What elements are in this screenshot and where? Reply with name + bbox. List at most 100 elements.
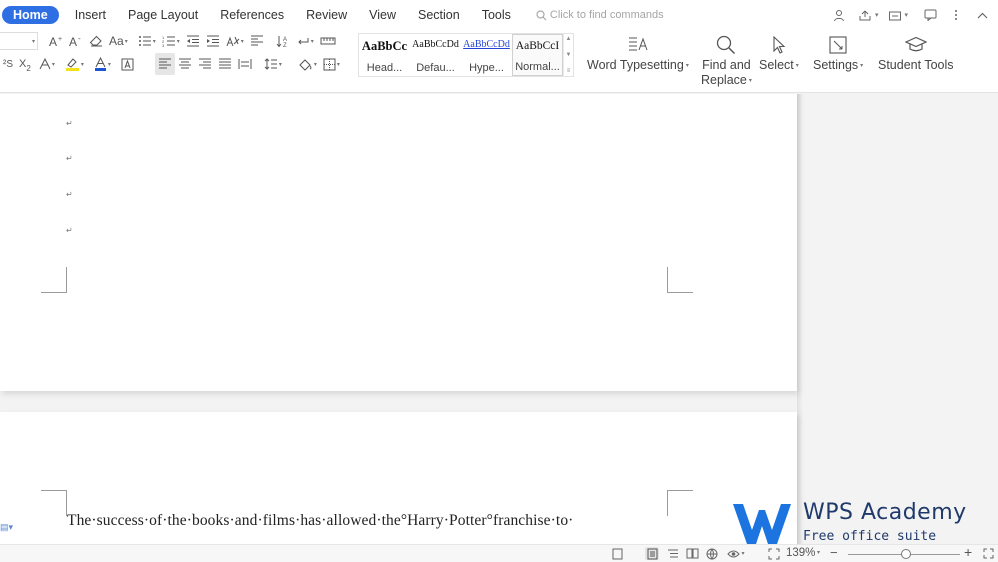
sort-icon[interactable]: AZ (273, 30, 293, 52)
student-tools-button[interactable]: Student Tools (878, 33, 954, 73)
style-heading[interactable]: AaBbCc Head... (359, 34, 410, 76)
select-button[interactable]: Select ▾ (759, 33, 799, 74)
collapse-ribbon-icon[interactable] (974, 7, 990, 23)
tab-home[interactable]: Home (2, 6, 59, 24)
zoom-in-icon[interactable]: + (964, 544, 972, 560)
paragraph-mark: ↵ (66, 119, 73, 128)
page-view-icon[interactable] (645, 547, 659, 560)
collaborate-icon[interactable] (832, 7, 848, 23)
ruler-icon[interactable] (317, 30, 339, 52)
document-area[interactable]: ↵ ↵ ↵ ↵ ▤▾ The·success·of·the·books·and·… (0, 94, 998, 544)
tab-review[interactable]: Review (295, 6, 358, 24)
highlight-icon[interactable]: ▾ (62, 53, 87, 75)
select-caret-icon: ▾ (795, 62, 799, 69)
find-replace-button[interactable]: Find and Replace ▾ (701, 33, 752, 89)
style-normal-sample: AaBbCcI (515, 40, 560, 52)
tab-page-layout[interactable]: Page Layout (117, 6, 209, 24)
bullets-caret-icon: ▾ (152, 38, 156, 45)
eye-protection-caret-icon: ▾ (741, 551, 745, 557)
zoom-out-icon[interactable]: − (830, 545, 838, 560)
page-setup-icon[interactable] (610, 547, 624, 560)
increase-indent-icon[interactable] (203, 30, 223, 52)
distribute-icon[interactable] (235, 53, 255, 75)
shrink-font-icon[interactable]: A- (66, 30, 86, 52)
justify-icon[interactable] (215, 53, 235, 75)
document-page-1[interactable]: ↵ ↵ ↵ ↵ (0, 94, 797, 391)
tab-references[interactable]: References (209, 6, 295, 24)
find-replace-label-1: Find and (702, 58, 751, 72)
style-default[interactable]: AaBbCcDd Defau... (410, 34, 461, 76)
margin-corner-bottom-left (41, 267, 67, 293)
decrease-indent-icon[interactable] (183, 30, 203, 52)
share-icon[interactable] (858, 7, 874, 23)
sync-icon[interactable] (887, 7, 903, 23)
word-typesetting-icon (628, 33, 648, 57)
svg-text:A: A (49, 35, 57, 47)
clear-format-icon[interactable] (86, 30, 106, 52)
settings-icon (828, 33, 848, 57)
gallery-up-icon[interactable]: ▲ (566, 36, 572, 42)
show-marks-caret-icon: ▾ (310, 38, 314, 45)
chinese-layout-caret-icon: ▾ (240, 38, 244, 45)
more-icon[interactable] (948, 7, 964, 23)
style-heading-sample: AaBbCc (361, 39, 408, 53)
style-default-sample: AaBbCcDd (412, 39, 459, 50)
chinese-layout-icon[interactable]: ▾ (223, 30, 247, 52)
zoom-level[interactable]: 139% (786, 547, 815, 559)
web-view-icon[interactable] (705, 547, 719, 560)
gallery-down-icon[interactable]: ▼ (566, 52, 572, 58)
align-left-icon[interactable] (154, 53, 175, 75)
line-spacing-icon[interactable]: ▾ (261, 53, 285, 75)
menubar-actions: ▾ ▾ (827, 0, 998, 30)
tab-section[interactable]: Section (407, 6, 471, 24)
tab-insert[interactable]: Insert (64, 6, 117, 24)
style-normal[interactable]: AaBbCcI Normal... (512, 34, 563, 76)
shading-icon[interactable]: ▾ (295, 53, 320, 75)
comment-icon[interactable] (922, 7, 938, 23)
align-right-icon[interactable] (195, 53, 215, 75)
shading-caret-icon: ▾ (313, 61, 317, 68)
tab-view[interactable]: View (358, 6, 407, 24)
superscript-icon[interactable]: ²S (0, 53, 16, 75)
text-effect-icon[interactable]: ▾ (36, 53, 58, 75)
gallery-more-icon[interactable]: ≡ (567, 68, 571, 74)
word-typesetting-caret-icon: ▾ (685, 62, 689, 69)
show-marks-icon[interactable]: ▾ (293, 30, 317, 52)
command-search[interactable]: Click to find commands (536, 9, 664, 21)
svg-text:A: A (69, 35, 77, 47)
search-icon (536, 9, 547, 20)
paste-options-icon[interactable]: ▤▾ (0, 522, 13, 533)
font-size-box[interactable]: ▾ (0, 32, 38, 50)
share-caret-icon[interactable]: ▾ (875, 11, 879, 19)
word-typesetting-button[interactable]: Word Typesetting ▾ (587, 33, 689, 74)
change-case-button[interactable]: Aa ▾ (106, 30, 131, 52)
borders-icon[interactable]: ▾ (320, 53, 343, 75)
eye-protection-icon[interactable]: ▾ (726, 547, 746, 560)
zoom-slider-thumb[interactable] (901, 549, 912, 559)
sync-caret-icon[interactable]: ▾ (904, 11, 908, 19)
fit-page-icon[interactable] (767, 547, 781, 560)
numbering-icon[interactable]: 1 2 3 ▾ (159, 30, 183, 52)
bullets-icon[interactable]: ▾ (135, 30, 159, 52)
zoom-caret-icon[interactable]: ▾ (817, 549, 820, 556)
text-direction-icon[interactable] (247, 30, 267, 52)
outline-view-icon[interactable] (666, 547, 680, 560)
styles-gallery-scroll[interactable]: ▲ ▼ ≡ (563, 34, 573, 76)
align-center-icon[interactable] (175, 53, 195, 75)
student-tools-label: Student Tools (878, 58, 954, 72)
graduation-cap-icon (904, 33, 927, 57)
grow-font-icon[interactable]: A + (46, 30, 66, 52)
settings-button[interactable]: Settings ▾ (813, 33, 863, 74)
subscript-icon[interactable]: X2 (16, 53, 34, 75)
numbering-caret-icon: ▾ (176, 38, 180, 45)
char-border-icon[interactable] (118, 53, 137, 75)
read-mode-icon[interactable] (685, 547, 699, 560)
styles-gallery: AaBbCc Head... AaBbCcDd Defau... AaBbCcD… (358, 33, 574, 77)
document-page-2[interactable]: ▤▾ The·success·of·the·books·and·films·ha… (0, 412, 797, 544)
font-color-icon[interactable]: ▾ (91, 53, 114, 75)
body-text-line[interactable]: The·success·of·the·books·and·films·has·a… (67, 512, 573, 530)
fullscreen-icon[interactable] (981, 547, 995, 560)
style-hyperlink[interactable]: AaBbCcDd Hype... (461, 34, 512, 76)
style-default-name: Defau... (416, 62, 455, 74)
tab-tools[interactable]: Tools (471, 6, 522, 24)
